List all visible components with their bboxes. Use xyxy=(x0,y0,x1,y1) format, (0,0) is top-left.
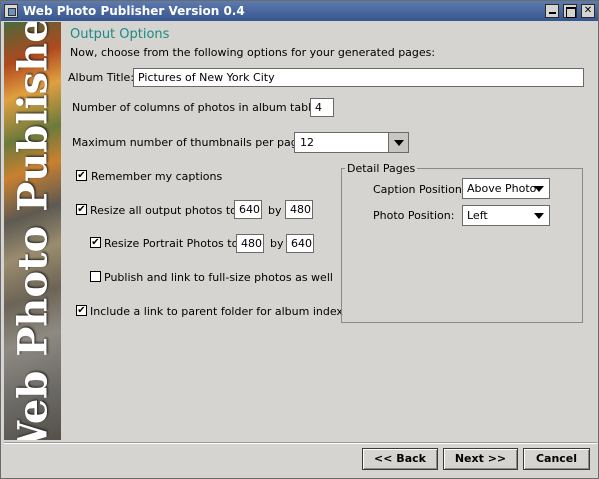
publish-fullsize-checkbox[interactable] xyxy=(90,271,101,282)
minimize-icon[interactable] xyxy=(545,4,559,18)
thumbnails-combo[interactable]: 12 xyxy=(294,132,409,153)
resize-portrait-by-label: by xyxy=(270,237,284,250)
resize-all-checkbox[interactable] xyxy=(76,204,87,215)
photo-position-caret-icon xyxy=(534,213,544,219)
album-title-input[interactable]: Pictures of New York City xyxy=(133,68,584,87)
resize-all-width-input[interactable]: 640 xyxy=(234,200,262,219)
next-button[interactable]: Next >> xyxy=(443,448,518,470)
photo-position-select[interactable]: Left xyxy=(462,205,550,226)
resize-all-height-input[interactable]: 480 xyxy=(285,200,313,219)
resize-all-label: Resize all output photos to xyxy=(90,204,237,217)
resize-all-by-label: by xyxy=(268,204,282,217)
thumbnails-value: 12 xyxy=(300,136,314,149)
album-title-label: Album Title: xyxy=(68,71,135,84)
intro-text: Now, choose from the following options f… xyxy=(70,46,436,59)
resize-portrait-width-input[interactable]: 480 xyxy=(236,234,264,253)
button-divider xyxy=(4,442,597,444)
maximize-icon[interactable] xyxy=(563,4,577,18)
page-title: Output Options xyxy=(70,27,170,42)
remember-captions-checkbox[interactable] xyxy=(76,170,87,181)
chevron-down-icon[interactable] xyxy=(388,133,408,152)
detail-pages-title: Detail Pages xyxy=(345,162,418,175)
cancel-button[interactable]: Cancel xyxy=(523,448,590,470)
caption-position-value: Above Photo xyxy=(467,182,537,195)
close-icon[interactable]: ✕ xyxy=(581,4,595,18)
title-bar[interactable]: Web Photo Publisher Version 0.4 ✕ xyxy=(1,1,598,21)
banner-logo-text: Web Photo Publisher xyxy=(9,22,56,440)
thumbnails-label: Maximum number of thumbnails per page: xyxy=(72,136,309,149)
back-button[interactable]: << Back xyxy=(362,448,438,470)
parent-link-label: Include a link to parent folder for albu… xyxy=(90,305,343,318)
photo-position-label: Photo Position: xyxy=(373,209,455,222)
parent-link-checkbox[interactable] xyxy=(76,305,87,316)
caption-position-select[interactable]: Above Photo xyxy=(462,178,550,199)
remember-captions-label: Remember my captions xyxy=(91,170,223,183)
resize-portrait-height-input[interactable]: 640 xyxy=(286,234,314,253)
wizard-banner-image: Web Photo Publisher xyxy=(4,22,61,440)
caption-position-caret-icon xyxy=(534,186,544,192)
window-menu-icon[interactable] xyxy=(4,4,18,18)
resize-portrait-label: Resize Portrait Photos to xyxy=(104,237,239,250)
columns-label: Number of columns of photos in album tab… xyxy=(72,101,322,114)
photo-position-value: Left xyxy=(467,209,488,222)
caption-position-label: Caption Position: xyxy=(373,183,466,196)
app-window: Web Photo Publisher Version 0.4 ✕ Web Ph… xyxy=(0,0,599,479)
publish-fullsize-label: Publish and link to full-size photos as … xyxy=(104,271,333,284)
window-title: Web Photo Publisher Version 0.4 xyxy=(23,4,245,18)
resize-portrait-checkbox[interactable] xyxy=(90,237,101,248)
columns-input[interactable]: 4 xyxy=(310,98,334,117)
